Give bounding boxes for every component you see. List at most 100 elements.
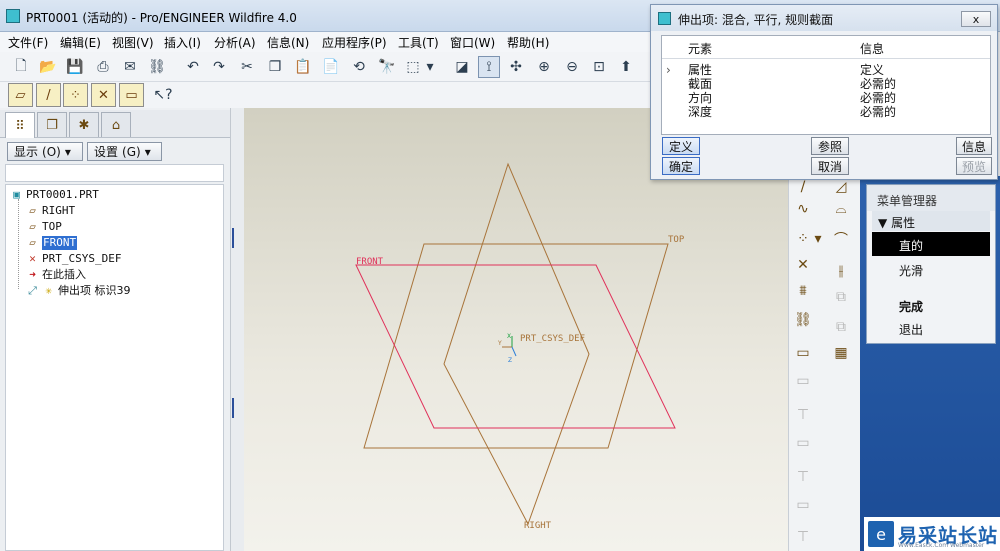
tree-item-protrusion[interactable]: ⤢ ✳ 伸出项 标识39 bbox=[26, 284, 130, 298]
info-button[interactable]: 信息 bbox=[956, 137, 992, 155]
top-plane-label: TOP bbox=[668, 235, 685, 245]
csys-z-axis bbox=[511, 346, 517, 357]
send-link-icon[interactable]: ⛓ bbox=[146, 56, 168, 78]
trim-tool-icon[interactable]: ⧉ bbox=[829, 316, 853, 338]
analysis-tool-icon[interactable]: ⩩ bbox=[791, 280, 815, 302]
context-help-icon[interactable]: ↖? bbox=[152, 84, 174, 106]
dialog-title: 伸出项: 混合, 平行, 规则截面 bbox=[678, 13, 834, 27]
menu-item-done[interactable]: 完成 bbox=[872, 293, 990, 317]
table-row-element[interactable]: 深度 bbox=[688, 105, 712, 119]
datum-plane-display-icon[interactable]: ▱ bbox=[8, 83, 33, 107]
tree-item-top[interactable]: ▱ TOP bbox=[26, 220, 62, 234]
intent-tool-icon[interactable]: ▭ bbox=[791, 370, 815, 392]
front-plane-label: FRONT bbox=[356, 257, 384, 267]
open-folder-icon[interactable]: 📂 bbox=[37, 56, 59, 78]
round-tool-icon[interactable]: ⊤ bbox=[791, 526, 815, 548]
menu-manager: 菜单管理器 ▼ 属性 直的 光滑 完成 退出 bbox=[866, 184, 996, 344]
menu-applications[interactable]: 应用程序(P) bbox=[322, 34, 387, 51]
zoom-out-icon[interactable]: ⊖ bbox=[561, 56, 583, 78]
spin-center-icon[interactable]: ⟟ bbox=[478, 56, 500, 78]
tree-item-insert-here[interactable]: ➜ 在此插入 bbox=[26, 268, 86, 282]
copy-icon[interactable]: ❐ bbox=[264, 56, 286, 78]
navigator-splitter[interactable] bbox=[230, 108, 244, 551]
menu-section-header[interactable]: ▼ 属性 bbox=[872, 211, 990, 231]
menu-item-straight[interactable]: 直的 bbox=[872, 232, 990, 256]
menu-info[interactable]: 信息(N) bbox=[267, 34, 309, 51]
csys-label: PRT_CSYS_DEF bbox=[520, 334, 585, 344]
menu-help[interactable]: 帮助(H) bbox=[507, 34, 549, 51]
regenerate-icon[interactable]: ⟲ bbox=[348, 56, 370, 78]
model-tree-tab-icon[interactable]: ⠿ bbox=[5, 112, 35, 139]
menu-insert[interactable]: 插入(I) bbox=[164, 34, 201, 51]
merge-tool-icon[interactable]: ⧉ bbox=[829, 286, 853, 308]
show-dropdown-button[interactable]: 显示 (O) ▾ bbox=[7, 142, 83, 161]
sketch-tool-icon[interactable]: ▭ bbox=[791, 342, 815, 364]
chevron-down-icon: ▾ bbox=[144, 144, 151, 159]
zoom-in-icon[interactable]: ⊕ bbox=[533, 56, 555, 78]
reference-button[interactable]: 参照 bbox=[811, 137, 849, 155]
tree-item-csys[interactable]: ✕ PRT_CSYS_DEF bbox=[26, 252, 121, 266]
rib-tool-icon[interactable]: ⊤ bbox=[791, 466, 815, 488]
menu-edit[interactable]: 编辑(E) bbox=[60, 34, 101, 51]
menu-file[interactable]: 文件(F) bbox=[8, 34, 48, 51]
ok-button[interactable]: 确定 bbox=[662, 157, 700, 175]
settings-dropdown-button[interactable]: 设置 (G) ▾ bbox=[87, 142, 162, 161]
find-icon[interactable]: 🔭 bbox=[376, 56, 398, 78]
site-watermark: e 易采站长站 Www.Easck.Com Webmaster bbox=[864, 517, 1000, 551]
hole-tool-icon[interactable]: ⊤ bbox=[791, 404, 815, 426]
grid-tool-icon[interactable]: ▦ bbox=[829, 342, 853, 364]
menu-window[interactable]: 窗口(W) bbox=[450, 34, 495, 51]
send-mail-icon[interactable]: ✉ bbox=[119, 56, 141, 78]
shell-tool-icon[interactable]: ▭ bbox=[791, 432, 815, 454]
save-icon[interactable]: 💾 bbox=[64, 56, 86, 78]
datum-point-display-icon[interactable]: ⁘ bbox=[63, 83, 88, 107]
under-construction-icon: ✳ bbox=[45, 284, 52, 297]
repaint-icon[interactable]: ◪ bbox=[451, 56, 473, 78]
folder-browser-tab-icon[interactable]: ❐ bbox=[37, 112, 67, 137]
chain-tool-icon[interactable]: ⛓ bbox=[791, 309, 815, 331]
define-button[interactable]: 定义 bbox=[662, 137, 700, 155]
csys-tool-icon[interactable]: ✕ bbox=[791, 254, 815, 276]
connections-tab-icon[interactable]: ⌂ bbox=[101, 112, 131, 137]
tree-root[interactable]: ▣ PRT0001.PRT bbox=[10, 188, 99, 202]
table-row-element[interactable]: 截面 bbox=[688, 77, 712, 91]
table-row-element[interactable]: 属性 bbox=[688, 63, 712, 77]
mirror-tool-icon[interactable]: ⫲ bbox=[829, 260, 853, 282]
tree-item-right[interactable]: ▱ RIGHT bbox=[26, 204, 75, 218]
proe-main-window: PRT0001 (活动的) - Pro/ENGINEER Wildfire 4.… bbox=[0, 0, 1000, 551]
table-row-info: 必需的 bbox=[860, 91, 897, 105]
annotation-display-icon[interactable]: ▭ bbox=[119, 83, 144, 107]
tree-item-front[interactable]: ▱ FRONT bbox=[26, 236, 78, 250]
menu-item-smooth[interactable]: 光滑 bbox=[872, 257, 990, 281]
datum-curve-tool-icon[interactable]: ∿ bbox=[791, 198, 815, 220]
datum-axis-display-icon[interactable]: / bbox=[36, 83, 61, 107]
favorites-tab-icon[interactable]: ✱ bbox=[69, 112, 99, 137]
preview-button[interactable]: 预览 bbox=[956, 157, 992, 175]
select-dropdown-icon[interactable]: ▾ bbox=[424, 56, 436, 78]
right-datum-plane bbox=[443, 162, 590, 526]
style-tool-icon[interactable]: ⌓ bbox=[829, 198, 853, 220]
menu-analysis[interactable]: 分析(A) bbox=[214, 34, 256, 51]
select-box-icon[interactable]: ⬚ bbox=[402, 56, 424, 78]
table-row-element[interactable]: 方向 bbox=[688, 91, 712, 105]
refit-icon[interactable]: ⊡ bbox=[588, 56, 610, 78]
close-button[interactable]: ⅹ bbox=[961, 11, 991, 27]
cancel-button[interactable]: 取消 bbox=[811, 157, 849, 175]
paste-special-icon[interactable]: 📄 bbox=[320, 56, 342, 78]
menu-view[interactable]: 视图(V) bbox=[112, 34, 154, 51]
menu-item-quit[interactable]: 退出 bbox=[872, 316, 990, 340]
redo-icon[interactable]: ↷ bbox=[208, 56, 230, 78]
orient-mode-icon[interactable]: ✣ bbox=[505, 56, 527, 78]
csys-display-icon[interactable]: ✕ bbox=[91, 83, 116, 107]
paste-icon[interactable]: 📋 bbox=[292, 56, 314, 78]
reorient-icon[interactable]: ⬆ bbox=[615, 56, 637, 78]
cut-icon[interactable]: ✂ bbox=[236, 56, 258, 78]
draft-tool-icon[interactable]: ▭ bbox=[791, 494, 815, 516]
point-dropdown-icon[interactable]: ▾ bbox=[811, 228, 825, 250]
print-icon[interactable]: ⎙ bbox=[92, 56, 114, 78]
undo-icon[interactable]: ↶ bbox=[182, 56, 204, 78]
surface-tool-icon[interactable]: ⌒ bbox=[829, 228, 853, 250]
new-file-icon[interactable]: 🗋 bbox=[10, 56, 32, 78]
menu-tools[interactable]: 工具(T) bbox=[398, 34, 439, 51]
front-datum-plane bbox=[355, 264, 676, 429]
